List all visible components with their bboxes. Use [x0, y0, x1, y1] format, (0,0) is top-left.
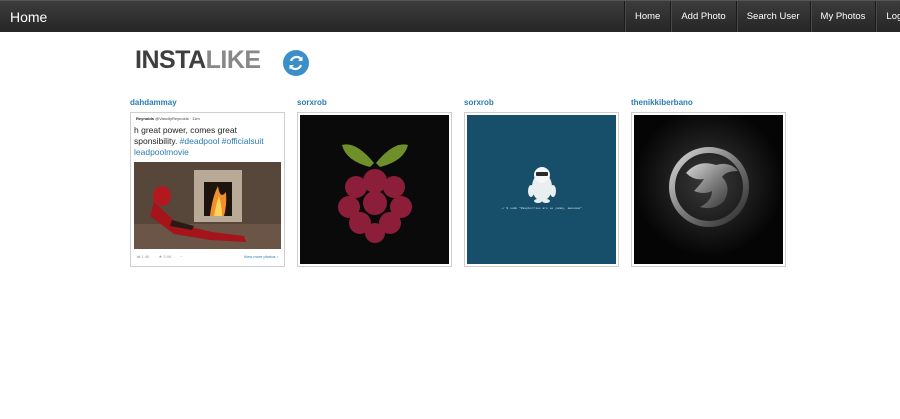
dragon-logo-photo — [634, 115, 783, 264]
dragon-emblem — [634, 115, 783, 264]
star-icon: ★ — [158, 254, 163, 259]
like-count: 3.9K — [163, 254, 172, 259]
photo-card: sorxrob — [297, 98, 452, 267]
logo-wordmark: INSTALIKE — [135, 46, 261, 75]
photo-frame[interactable]: Reynolds @VancityReynolds · 11m h great … — [130, 112, 285, 267]
brand-link[interactable]: Home — [10, 9, 47, 25]
ellipsis-icon: ··· — [179, 254, 184, 259]
logo-bold: INSTA — [135, 46, 206, 74]
photo-card: thenikkiberbano — [631, 98, 786, 267]
tweet-text: sponsibility. — [134, 136, 180, 146]
tweet-line-2: sponsibility. #deadpool #officialsuit — [134, 136, 264, 146]
terminal-caption: ~/ $ sudo "Raspberries are so yummy, awe… — [500, 207, 582, 210]
username-link[interactable]: thenikkiberbano — [631, 98, 786, 110]
photo-card: sorxrob ~/ $ sudo "Raspberries are so yu… — [464, 98, 619, 267]
retweet-count: 1.4K — [141, 254, 150, 259]
raspberry-pi-photo — [300, 115, 449, 264]
view-more-photos-link: View more photos › — [243, 254, 278, 259]
username-link[interactable]: sorxrob — [464, 98, 619, 110]
yeti-mascot — [528, 167, 556, 203]
tweet-author: Reynolds — [136, 116, 155, 121]
nav-menu: Home Add Photo Search User My Photos Log… — [624, 1, 900, 33]
photo-frame[interactable] — [631, 112, 786, 267]
nav-add-photo[interactable]: Add Photo — [670, 1, 735, 32]
tweet-footer: ⇄ 1.4K ★ 3.9K ··· View more photos › — [137, 254, 278, 259]
tweet-photo: Reynolds @VancityReynolds · 11m h great … — [133, 115, 282, 264]
raspberry-pi-logo — [338, 144, 412, 243]
tweet-line-1: h great power, comes great — [134, 125, 238, 135]
username-link[interactable]: sorxrob — [297, 98, 452, 110]
deadpool-fireplace-image — [134, 162, 281, 249]
photo-frame[interactable]: ~/ $ sudo "Raspberries are so yummy, awe… — [464, 112, 619, 267]
nav-my-photos[interactable]: My Photos — [809, 1, 876, 32]
nav-log-out[interactable]: Log out — [875, 1, 900, 32]
nav-search-user[interactable]: Search User — [735, 1, 810, 32]
photo-frame[interactable] — [297, 112, 452, 267]
retweet-icon: ⇄ — [137, 254, 141, 259]
tweet-header: Reynolds @VancityReynolds · 11m — [136, 116, 200, 121]
top-navbar: Home Home Add Photo Search User My Photo… — [0, 0, 900, 32]
yeti-terminal-photo: ~/ $ sudo "Raspberries are so yummy, awe… — [467, 115, 616, 264]
username-link[interactable]: dahdammay — [130, 98, 285, 110]
nav-home[interactable]: Home — [624, 1, 670, 32]
photo-card: dahdammay Reynolds @VancityReynolds · 11… — [130, 98, 285, 267]
tweet-line-3: leadpoolmovie — [134, 147, 189, 157]
tweet-hashtags: #deadpool #officialsuit — [179, 136, 264, 146]
tweet-handle: @VancityReynolds · 11m — [155, 116, 200, 121]
logo-light: LIKE — [205, 46, 261, 74]
refresh-circle-icon — [283, 50, 309, 76]
